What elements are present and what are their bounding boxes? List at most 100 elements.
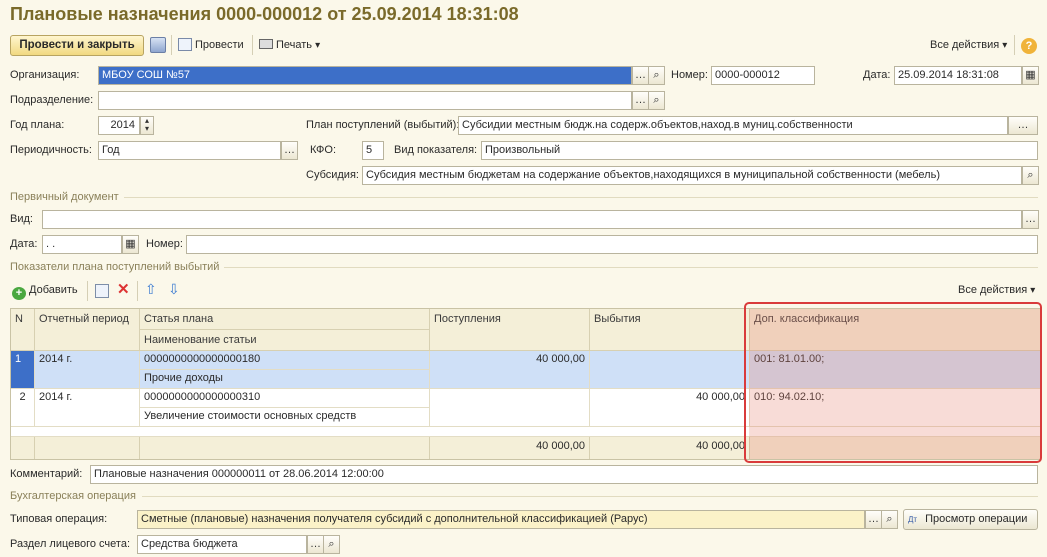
doc-date-field[interactable]: . . [42, 235, 122, 254]
year-field[interactable]: 2014 [98, 116, 140, 135]
view-operation-label: Просмотр операции [925, 513, 1028, 525]
add-row-button[interactable]: + Добавить [12, 281, 78, 300]
window-title: Плановые назначения 0000-000012 от 25.09… [10, 4, 519, 24]
add-icon: + [12, 287, 26, 300]
account-section-select-button[interactable]: … [307, 535, 324, 554]
footer-total-income: 40 000,00 [430, 437, 590, 459]
footer-cell [140, 437, 430, 459]
post-icon [178, 38, 192, 51]
org-select-button[interactable]: … [632, 66, 649, 85]
section-divider [142, 496, 1038, 497]
subsidy-field[interactable]: Субсидия местным бюджетам на содержание … [362, 166, 1022, 185]
col-header-article[interactable]: Статья плана [140, 309, 430, 330]
doc-kind-label: Вид: [10, 213, 33, 225]
table-row-1-outflow[interactable] [590, 351, 750, 389]
kfo-label: КФО: [310, 144, 337, 156]
account-section-label: Раздел лицевого счета: [10, 538, 131, 550]
post-and-close-button[interactable]: Провести и закрыть [10, 35, 144, 56]
copy-row-icon[interactable] [95, 284, 109, 298]
indicator-field[interactable]: Произвольный [481, 141, 1038, 160]
kfo-field[interactable]: 5 [362, 141, 384, 160]
section-divider [224, 267, 1038, 268]
comment-label: Комментарий: [10, 468, 83, 480]
table-row-2-article-name[interactable]: Увеличение стоимости основных средств [140, 408, 430, 427]
table-row-1-period[interactable]: 2014 г. [35, 351, 140, 389]
table-row-1-article[interactable]: 0000000000000000180 [140, 351, 430, 370]
subsidy-search-icon[interactable]: ⌕ [1022, 166, 1039, 185]
primary-doc-section: Первичный документ [10, 191, 119, 203]
year-spinner-icon[interactable]: ▴ ▾ [140, 116, 154, 135]
doc-calendar-icon[interactable]: ▦ [122, 235, 139, 254]
op-search-icon[interactable]: ⌕ [881, 510, 898, 529]
org-field[interactable]: МБОУ СОШ №57 [98, 66, 632, 85]
org-search-icon[interactable]: ⌕ [648, 66, 665, 85]
print-menu-button[interactable]: Печать ▾ [259, 36, 320, 55]
move-up-icon[interactable]: ⇧ [145, 281, 157, 298]
save-icon[interactable] [150, 37, 166, 53]
help-icon[interactable]: ? [1021, 38, 1037, 54]
period-label: Периодичность: [10, 144, 92, 156]
table-row-2-income[interactable] [430, 389, 590, 427]
all-actions-menu[interactable]: Все действия ▾ [930, 36, 1007, 55]
table-row-2-article[interactable]: 0000000000000000310 [140, 389, 430, 408]
delete-row-icon[interactable]: ✕ [117, 280, 130, 298]
account-section-field[interactable]: Средства бюджета [137, 535, 307, 554]
journal-icon: Дт [908, 515, 918, 524]
calendar-icon[interactable]: ▦ [1022, 66, 1039, 85]
number-label: Номер: [671, 69, 708, 81]
toolbar-separator [171, 35, 172, 55]
post-label: Провести [195, 39, 244, 51]
op-field[interactable]: Сметные (плановые) назначения получателя… [137, 510, 865, 529]
org-label: Организация: [10, 69, 80, 81]
table-row-2-period[interactable]: 2014 г. [35, 389, 140, 427]
number-field[interactable]: 0000-000012 [711, 66, 815, 85]
col-header-article-name[interactable]: Наименование статьи [140, 330, 430, 351]
table-row-1-n[interactable]: 1 [11, 351, 35, 389]
table-row-1-income[interactable]: 40 000,00 [430, 351, 590, 389]
comment-field[interactable]: Плановые назначения 000000011 от 28.06.2… [90, 465, 1038, 484]
year-label: Год плана: [10, 119, 65, 131]
dept-label: Подразделение: [10, 94, 94, 106]
period-field[interactable]: Год [98, 141, 281, 160]
table-all-actions-label: Все действия [958, 284, 1028, 296]
view-operation-button[interactable]: Дт Просмотр операции [903, 509, 1038, 530]
footer-cell [11, 437, 35, 459]
move-down-icon[interactable]: ⇩ [168, 281, 180, 298]
doc-date-label: Дата: [10, 238, 38, 250]
date-field[interactable]: 25.09.2014 18:31:08 [894, 66, 1022, 85]
toolbar-separator [252, 35, 253, 55]
indicator-label: Вид показателя: [394, 144, 478, 156]
col-header-period[interactable]: Отчетный период [35, 309, 140, 351]
doc-kind-select-button[interactable]: … [1022, 210, 1039, 229]
table-row-2-outflow[interactable]: 40 000,00 [590, 389, 750, 427]
table-row-1-article-name[interactable]: Прочие доходы [140, 370, 430, 389]
table-all-actions-menu[interactable]: Все действия ▾ [958, 281, 1035, 300]
dropdown-arrow-icon: ▾ [1002, 40, 1008, 51]
dept-select-button[interactable]: … [632, 91, 649, 110]
plan-select-button[interactable]: … [1008, 116, 1038, 135]
doc-number-field[interactable] [186, 235, 1038, 254]
date-label: Дата: [863, 69, 891, 81]
op-select-button[interactable]: … [865, 510, 882, 529]
post-button[interactable]: Провести [178, 36, 244, 55]
printer-icon [259, 39, 273, 49]
doc-kind-field[interactable] [42, 210, 1022, 229]
accounting-section: Бухгалтерская операция [10, 490, 136, 502]
toolbar-separator [87, 281, 88, 301]
highlight-fill [749, 309, 1040, 459]
account-section-search-icon[interactable]: ⌕ [323, 535, 340, 554]
col-header-outflow[interactable]: Выбытия [590, 309, 750, 351]
col-header-n[interactable]: N [11, 309, 35, 351]
period-select-button[interactable]: … [281, 141, 298, 160]
indicators-section: Показатели плана поступлений выбытий [10, 261, 220, 273]
section-divider [124, 197, 1038, 198]
table-row-2-n[interactable]: 2 [11, 389, 35, 427]
dept-field[interactable] [98, 91, 632, 110]
plan-field[interactable]: Субсидии местным бюдж.на содерж.объектов… [458, 116, 1008, 135]
col-header-income[interactable]: Поступления [430, 309, 590, 351]
add-label: Добавить [29, 284, 78, 296]
dept-search-icon[interactable]: ⌕ [648, 91, 665, 110]
all-actions-label: Все действия [930, 39, 1000, 51]
toolbar-separator [137, 281, 138, 301]
toolbar-separator [1014, 35, 1015, 55]
